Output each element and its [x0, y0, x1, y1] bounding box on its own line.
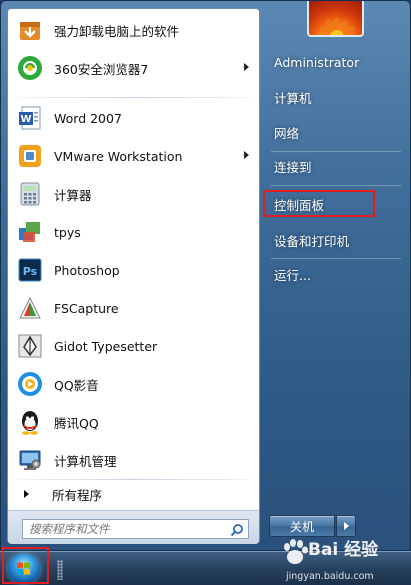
- search-input[interactable]: [29, 521, 225, 537]
- start-menu: 强力卸载电脑上的软件 360安全浏览器7 W Word 2007 VMware …: [0, 0, 411, 551]
- program-item-computer-management[interactable]: 计算机管理: [10, 442, 257, 478]
- svg-text:W: W: [20, 114, 31, 125]
- user-avatar[interactable]: [307, 1, 364, 37]
- right-item-computer[interactable]: 计算机: [267, 84, 405, 110]
- program-label: 强力卸载电脑上的软件: [54, 23, 180, 39]
- right-item-label: 连接到: [274, 159, 312, 175]
- shutdown-label: 关机: [289, 519, 314, 534]
- program-label: Word 2007: [54, 110, 122, 126]
- program-item-qq[interactable]: 腾讯QQ: [10, 404, 257, 440]
- program-label: Photoshop: [54, 262, 120, 278]
- program-label: 计算器: [54, 187, 92, 203]
- start-menu-programs-panel: 强力卸载电脑上的软件 360安全浏览器7 W Word 2007 VMware …: [7, 8, 260, 544]
- program-label: QQ影音: [54, 377, 99, 393]
- program-item-tpys[interactable]: tpys: [10, 214, 257, 250]
- calculator-icon: [14, 178, 46, 210]
- search-icon[interactable]: [230, 522, 244, 537]
- program-item-word[interactable]: W Word 2007: [10, 100, 257, 136]
- all-programs-label: 所有程序: [52, 487, 103, 503]
- right-item-label: 控制面板: [274, 197, 325, 213]
- right-item-devices-printers[interactable]: 设备和打印机: [267, 227, 405, 253]
- program-label: FSCapture: [54, 300, 119, 316]
- shutdown-options-button[interactable]: [336, 515, 356, 537]
- vmware-icon: [14, 140, 46, 172]
- qq-player-icon: [14, 368, 46, 400]
- program-item-calculator[interactable]: 计算器: [10, 176, 257, 212]
- program-item-photoshop[interactable]: Ps Photoshop: [10, 252, 257, 288]
- uninstall-icon: [14, 14, 46, 46]
- taskbar-grip[interactable]: [57, 560, 63, 580]
- right-item-label: 运行...: [274, 267, 311, 283]
- program-label: VMware Workstation: [54, 148, 183, 164]
- right-item-network[interactable]: 网络: [267, 119, 405, 145]
- right-item-label: 计算机: [274, 90, 312, 106]
- program-item-360-browser[interactable]: 360安全浏览器7: [10, 50, 257, 86]
- program-item-gidot[interactable]: Gidot Typesetter: [10, 328, 257, 364]
- photoshop-icon: Ps: [14, 254, 46, 286]
- program-label: 计算机管理: [54, 453, 117, 469]
- program-item-fscapture[interactable]: FSCapture: [10, 290, 257, 326]
- divider: [18, 97, 250, 98]
- program-item-vmware[interactable]: VMware Workstation: [10, 138, 257, 174]
- program-item-uninstaller[interactable]: 强力卸载电脑上的软件: [10, 12, 257, 48]
- right-item-run[interactable]: 运行...: [267, 261, 405, 287]
- fscapture-icon: [14, 292, 46, 324]
- user-name: Administrator: [274, 54, 360, 70]
- divider: [271, 258, 401, 259]
- tpys-icon: [14, 216, 46, 248]
- all-programs-button[interactable]: 所有程序: [10, 480, 257, 508]
- svg-text:Ps: Ps: [23, 265, 38, 278]
- right-item-administrator[interactable]: Administrator: [267, 49, 405, 75]
- qq-icon: [14, 406, 46, 438]
- start-button-highlight: [2, 547, 49, 584]
- right-item-label: 网络: [274, 125, 300, 141]
- search-area: [8, 510, 259, 544]
- submenu-arrow-icon: [244, 151, 249, 159]
- taskbar: [0, 551, 411, 585]
- right-item-label: 设备和打印机: [274, 233, 350, 249]
- program-label: Gidot Typesetter: [54, 338, 158, 354]
- search-box[interactable]: [22, 519, 249, 539]
- program-label: tpys: [54, 224, 81, 240]
- arrow-right-icon: [24, 490, 29, 498]
- shutdown-button[interactable]: 关机: [269, 515, 335, 537]
- computer-management-icon: [14, 444, 46, 476]
- gidot-icon: [14, 330, 46, 362]
- submenu-arrow-icon: [244, 63, 249, 71]
- program-label: 360安全浏览器7: [54, 61, 149, 77]
- right-item-control-panel[interactable]: 控制面板: [267, 191, 405, 217]
- right-item-connect-to[interactable]: 连接到: [267, 153, 405, 179]
- word-icon: W: [14, 102, 46, 134]
- program-label: 腾讯QQ: [54, 415, 99, 431]
- 360-browser-icon: [14, 52, 46, 84]
- program-item-qq-player[interactable]: QQ影音: [10, 366, 257, 402]
- divider: [271, 185, 401, 186]
- divider: [271, 151, 401, 152]
